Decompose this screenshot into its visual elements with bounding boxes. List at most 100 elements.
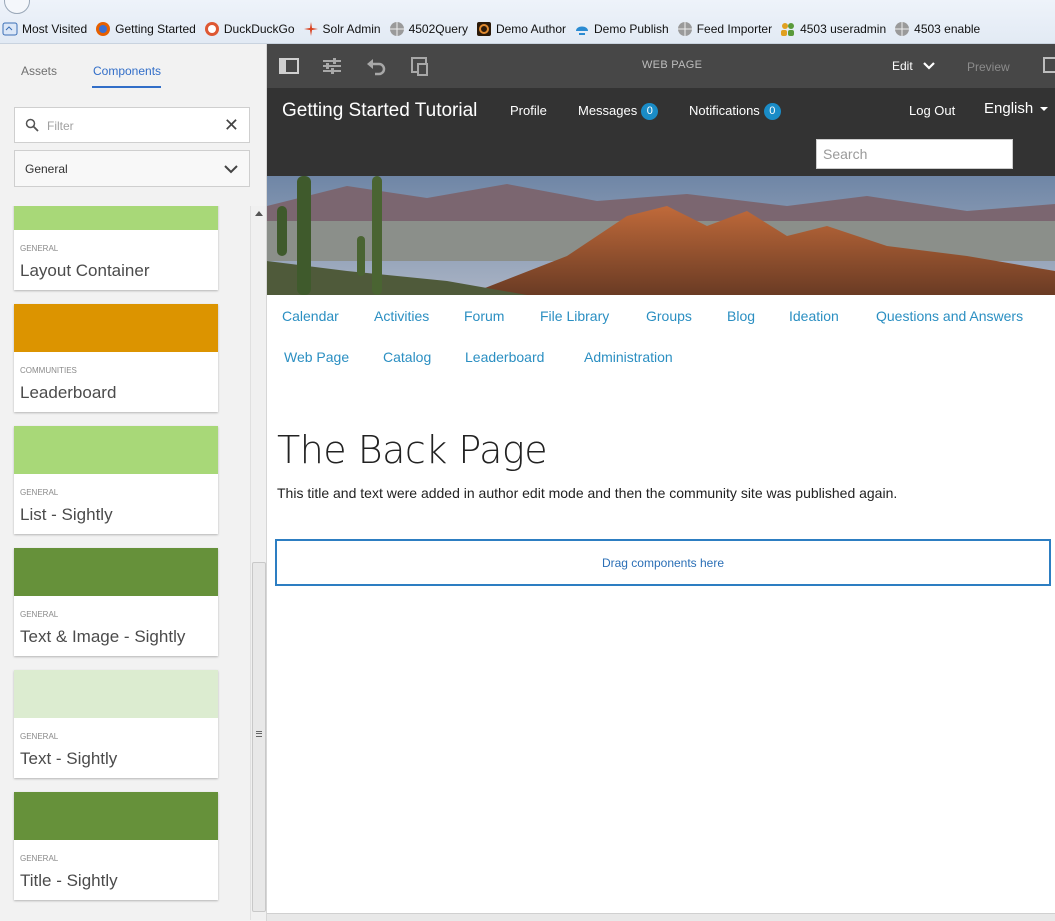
clear-icon[interactable]: ✕ — [224, 115, 239, 135]
more-icon[interactable] — [1043, 57, 1055, 73]
site-search-input[interactable] — [817, 140, 1012, 168]
component-drop-zone[interactable]: Drag components here — [275, 539, 1051, 586]
nav-blog[interactable]: Blog — [727, 308, 755, 324]
nav-ideation[interactable]: Ideation — [789, 308, 839, 324]
component-group: GENERAL — [20, 732, 59, 741]
bookmark-label: Demo Publish — [594, 22, 669, 36]
component-group: GENERAL — [20, 244, 59, 253]
site-title[interactable]: Getting Started Tutorial — [282, 100, 477, 122]
nav-file-library[interactable]: File Library — [540, 308, 609, 324]
nav-web-page[interactable]: Web Page — [284, 349, 349, 365]
notifications-link[interactable]: Notifications 0 — [689, 103, 781, 120]
bookmark-label: 4503 enable — [914, 22, 981, 36]
logout-link[interactable]: Log Out — [909, 103, 955, 118]
nav-questions-and-answers[interactable]: Questions and Answers — [876, 308, 1023, 324]
component-group: GENERAL — [20, 610, 59, 619]
side-panel-tabs: Assets Components — [0, 44, 267, 90]
component-group: GENERAL — [20, 488, 59, 497]
nav-activities[interactable]: Activities — [374, 308, 429, 324]
bookmark-demo-author[interactable]: Demo Author — [476, 21, 566, 37]
page-text[interactable]: This title and text were added in author… — [277, 485, 897, 501]
duckduckgo-icon — [204, 21, 220, 37]
nav-calendar[interactable]: Calendar — [282, 308, 339, 324]
bookmark-demo-publish[interactable]: Demo Publish — [574, 21, 669, 37]
component-group: GENERAL — [20, 854, 59, 863]
bookmark-label: 4503 useradmin — [800, 22, 887, 36]
component-swatch — [14, 426, 218, 474]
search-icon — [25, 118, 39, 132]
component-group-select[interactable]: General — [14, 150, 250, 187]
emulator-icon[interactable] — [409, 56, 431, 76]
bookmark-4503-enable[interactable]: 4503 enable — [894, 21, 980, 37]
nav-groups[interactable]: Groups — [646, 308, 692, 324]
firefox-icon — [95, 21, 111, 37]
author-icon — [476, 21, 492, 37]
browser-top-strip — [0, 0, 1055, 14]
caret-down-icon[interactable] — [1040, 107, 1048, 111]
toggle-side-panel-icon[interactable] — [278, 56, 300, 76]
bookmark-label: Most Visited — [22, 22, 88, 36]
bookmark-4503-useradmin[interactable]: 4503 useradmin — [780, 21, 886, 37]
editor-toolbar: WEB PAGE Edit Preview — [267, 44, 1055, 88]
bookmark-feed-importer[interactable]: Feed Importer — [677, 21, 772, 37]
nav-leaderboard[interactable]: Leaderboard — [465, 349, 544, 365]
bookmark-label: Feed Importer — [696, 22, 773, 36]
bookmark-duckduckgo[interactable]: DuckDuckGo — [204, 21, 295, 37]
bookmark-label: 4502Query — [408, 22, 468, 36]
component-title: Title - Sightly — [20, 871, 118, 890]
profile-link[interactable]: Profile — [510, 103, 547, 118]
bookmark-getting-started[interactable]: Getting Started — [95, 21, 196, 37]
page-properties-icon[interactable] — [321, 56, 343, 76]
notifications-label: Notifications — [689, 103, 760, 118]
component-swatch — [14, 304, 218, 352]
active-tab-indicator — [92, 86, 161, 88]
chevron-down-icon[interactable] — [922, 59, 936, 73]
component-title: Layout Container — [20, 261, 150, 280]
back-button[interactable] — [4, 0, 30, 14]
component-title: Leaderboard — [20, 383, 117, 402]
scroll-up-arrow[interactable] — [255, 211, 263, 216]
component-card-text-sightly[interactable]: GENERAL Text - Sightly — [14, 670, 218, 778]
site-search[interactable] — [816, 139, 1013, 169]
bookmark-solr-admin[interactable]: Solr Admin — [303, 21, 381, 37]
component-swatch — [14, 670, 218, 718]
component-group-value: General — [25, 162, 68, 176]
bookmark-label: Demo Author — [495, 22, 566, 36]
bookmarks-row: Most Visited Getting Started DuckDuckGo … — [2, 19, 988, 39]
site-header: Getting Started Tutorial Profile Message… — [267, 88, 1055, 176]
nav-administration[interactable]: Administration — [584, 349, 673, 365]
undo-icon[interactable] — [365, 56, 387, 76]
messages-link[interactable]: Messages 0 — [578, 103, 659, 120]
filter-field[interactable]: ✕ — [14, 107, 250, 143]
most-visited-icon — [2, 21, 18, 37]
filter-input[interactable] — [47, 116, 227, 136]
preview-button[interactable]: Preview — [967, 60, 1010, 74]
component-list: GENERAL Layout Container COMMUNITIES Lea… — [0, 206, 250, 921]
nav-catalog[interactable]: Catalog — [383, 349, 431, 365]
component-card-leaderboard[interactable]: COMMUNITIES Leaderboard — [14, 304, 218, 412]
tab-assets[interactable]: Assets — [21, 64, 57, 78]
globe-icon — [677, 21, 693, 37]
messages-label: Messages — [578, 103, 638, 118]
messages-count-badge: 0 — [641, 103, 659, 120]
page-heading[interactable]: The Back Page — [277, 428, 548, 472]
bookmark-most-visited[interactable]: Most Visited — [2, 21, 87, 37]
bookmark-4502query[interactable]: 4502Query — [389, 21, 468, 37]
mode-selector[interactable]: Edit — [892, 59, 913, 73]
solr-icon — [303, 21, 319, 37]
scrollbar-thumb[interactable] — [252, 562, 266, 912]
component-card-text-image-sightly[interactable]: GENERAL Text & Image - Sightly — [14, 548, 218, 656]
side-panel: Assets Components ✕ General GENERAL Layo… — [0, 44, 267, 921]
component-card-list-sightly[interactable]: GENERAL List - Sightly — [14, 426, 218, 534]
grip-icon — [256, 731, 262, 737]
language-selector[interactable]: English — [984, 100, 1033, 117]
nav-forum[interactable]: Forum — [464, 308, 504, 324]
tab-components[interactable]: Components — [93, 64, 161, 78]
component-list-scrollbar[interactable] — [250, 206, 266, 920]
horizontal-scrollbar[interactable] — [267, 913, 1055, 921]
publish-icon — [574, 21, 590, 37]
component-card-layout-container[interactable]: GENERAL Layout Container — [14, 206, 218, 290]
component-card-title-sightly[interactable]: GENERAL Title - Sightly — [14, 792, 218, 900]
toolbar-title: WEB PAGE — [642, 59, 703, 71]
component-group: COMMUNITIES — [20, 366, 77, 375]
